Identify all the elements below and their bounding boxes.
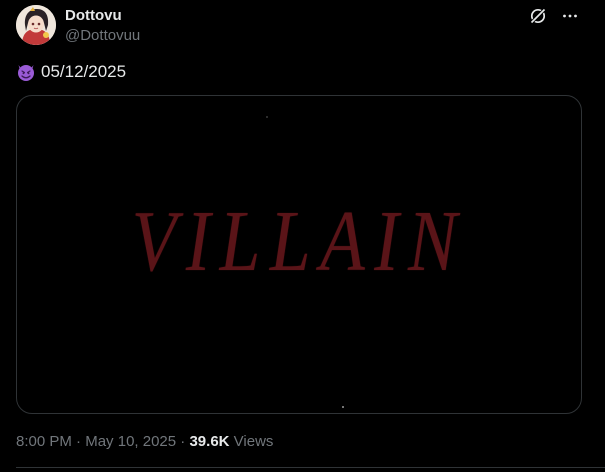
tweet-meta: 8:00 PM · May 10, 2025 · 39.6K Views (16, 432, 273, 452)
more-icon[interactable] (559, 6, 581, 26)
tweet-text: 05/12/2025 (16, 60, 126, 84)
meta-separator: · (176, 433, 190, 450)
grok-icon[interactable] (527, 6, 549, 26)
divider (16, 467, 605, 468)
avatar[interactable] (16, 5, 56, 45)
user-handle[interactable]: @Dottovuu (65, 26, 140, 46)
video-speck (342, 406, 344, 408)
video-title-text: VILLAIN (131, 191, 467, 290)
avatar-image (16, 5, 56, 45)
tweet-body-text: 05/12/2025 (41, 62, 127, 81)
tweet-time: 8:00 PM (16, 433, 72, 450)
views-link[interactable]: 39.6K Views (189, 433, 273, 450)
views-label: Views (229, 433, 274, 450)
media-video[interactable]: VILLAIN (16, 95, 582, 414)
video-speck (266, 116, 268, 118)
tweet-date: May 10, 2025 (85, 433, 177, 450)
smiling-face-with-horns-icon (16, 62, 36, 82)
tweet-timestamp-link[interactable]: 8:00 PM · May 10, 2025 (16, 433, 176, 450)
meta-separator: · (71, 433, 86, 450)
views-count: 39.6K (189, 433, 230, 450)
tweet: Dottovu @Dottovuu 05/12/2025 VILLAIN 8:0… (0, 0, 605, 472)
display-name[interactable]: Dottovu (65, 6, 140, 26)
tweet-top-actions (527, 6, 581, 26)
author-info: Dottovu @Dottovuu (65, 6, 140, 46)
